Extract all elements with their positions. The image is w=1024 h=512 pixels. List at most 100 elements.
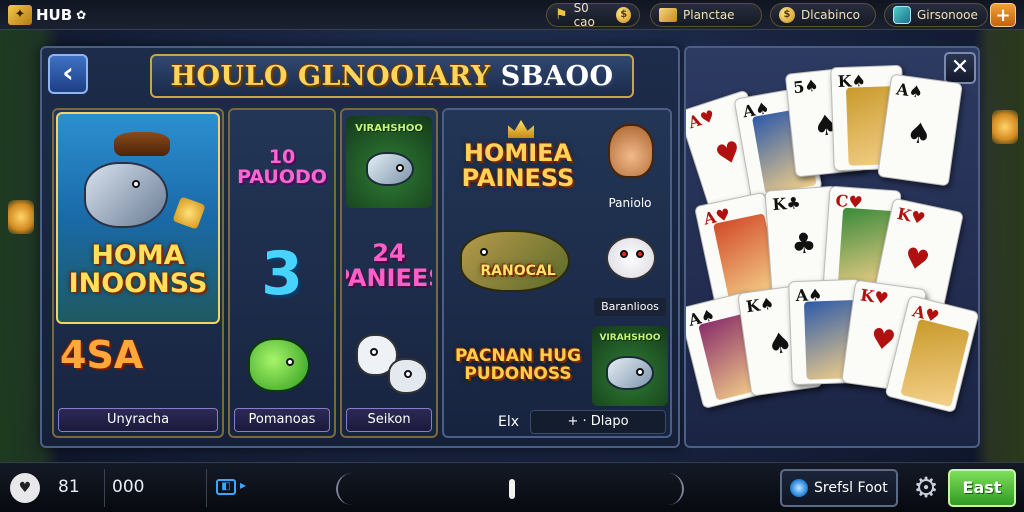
ribbon-left-text: Elx bbox=[498, 414, 520, 430]
ribbon-right-button[interactable]: + · Dlapo bbox=[530, 410, 666, 434]
crown-icon bbox=[508, 120, 534, 138]
cards-panel: ✕ A♥ ♥ A♠ 5♠ ♠ K♠ A♠ ♠ A♥ K♣ ♣ C♥ K♥ ♥ A♠ K♠ ♠ A♠ K♥ ♥ A♥ bbox=[684, 46, 980, 448]
heart-icon[interactable]: ♥ bbox=[10, 473, 40, 503]
page-subtitle: SBAOO bbox=[500, 60, 614, 92]
featured-game-label[interactable]: Unyracha bbox=[58, 408, 218, 432]
logo-icon: ✦ bbox=[8, 5, 32, 25]
game-title-pacnan-hug-pudonoss: PACNAN HUG PUDONOSS bbox=[454, 346, 582, 384]
ghost-creature-icon-2 bbox=[388, 358, 428, 394]
card-suit-icon: ♥ bbox=[868, 321, 898, 358]
featured-game-tile[interactable]: HOMA INOONSS bbox=[56, 112, 220, 324]
featured-game-title: HOMA INOONSS bbox=[68, 240, 208, 300]
title-banner: HOULO GLNOOIARY SBAOO bbox=[150, 54, 634, 98]
silver-fish-icon-2 bbox=[606, 356, 654, 390]
card-rank: 5♠ bbox=[792, 75, 820, 98]
featured-game-column: HOMA INOONSS 4SA Unyracha bbox=[52, 108, 224, 438]
game-title-24-paniees: 24 PANIEES bbox=[346, 238, 432, 292]
game-title-virahshoo-2: VIRAHSHOO bbox=[599, 333, 661, 343]
game-label-paniolo: Paniolo bbox=[608, 196, 652, 210]
flower-icon: ✿ bbox=[76, 8, 87, 22]
pirate-character-icon bbox=[608, 124, 654, 178]
divider bbox=[206, 469, 207, 507]
card-rank: K♥ bbox=[859, 285, 890, 309]
page-slider[interactable] bbox=[336, 473, 684, 505]
bottom-bar: ♥ 81 000 ◧ ▸ Srefsl Foot ⚙ East bbox=[0, 462, 1024, 512]
game-selection-panel: ‹ HOULO GLNOOIARY SBAOO HOMA INOONSS 4SA… bbox=[40, 46, 680, 448]
logo: ✦ HUB ✿ bbox=[8, 4, 86, 26]
currency-pill-gold[interactable]: $ Dlcabinco bbox=[770, 3, 876, 27]
bet-value: 000 bbox=[112, 477, 145, 497]
gear-icon[interactable]: ⚙ bbox=[910, 473, 942, 505]
lantern-right bbox=[992, 110, 1018, 144]
currency-pill-tickets[interactable]: Planctae bbox=[650, 3, 762, 27]
game-tile-paniolo[interactable]: Paniolo bbox=[592, 118, 668, 214]
currency-pill-coins[interactable]: ⚑ S0 cao $ bbox=[546, 1, 640, 29]
add-currency-button[interactable]: + bbox=[990, 3, 1016, 27]
back-button[interactable]: ‹ bbox=[48, 54, 88, 94]
gold-bag-icon bbox=[172, 196, 206, 230]
bass-fish-icon bbox=[460, 230, 570, 292]
rabbit-creature-icon bbox=[606, 236, 656, 280]
close-button[interactable]: ✕ bbox=[944, 52, 976, 84]
background-foliage-right bbox=[974, 30, 1024, 470]
game-tile-homiea-painess[interactable]: HOMIEA PAINESS bbox=[450, 118, 586, 214]
currency-value-gold: Dlcabinco bbox=[801, 8, 861, 22]
east-button[interactable]: East bbox=[948, 469, 1016, 507]
currency-pill-gems[interactable]: Girsonooe bbox=[884, 3, 988, 27]
currency-value-tickets: Planctae bbox=[683, 8, 735, 22]
cowboy-hat-icon bbox=[114, 132, 170, 156]
card-rank: A♥ bbox=[685, 105, 718, 133]
spin-label: Srefsl Foot bbox=[814, 480, 888, 496]
game-tile-virahshoo[interactable]: VIRAHSHOO bbox=[346, 116, 432, 208]
game-label-baranlioos: Baranlioos bbox=[594, 298, 666, 316]
game-tile-baranlioos[interactable]: Baranlioos bbox=[592, 220, 668, 320]
divider bbox=[104, 469, 105, 507]
game-tile-ranocal[interactable]: RANOCAL bbox=[450, 220, 586, 320]
ticket-icon bbox=[659, 8, 677, 22]
coin-icon: $ bbox=[616, 7, 631, 23]
page-title: HOULO GLNOOIARY bbox=[170, 60, 491, 92]
balance-value: 81 bbox=[58, 477, 80, 497]
game-title-3: 3 bbox=[261, 238, 303, 309]
playing-card[interactable]: A♠ ♠ bbox=[877, 73, 963, 187]
game-tile-10-pauodo[interactable]: 10 PAUODO bbox=[234, 116, 330, 220]
game-column-2: 10 PAUODO 3 Pomanoas bbox=[228, 108, 336, 438]
card-rank: A♠ bbox=[895, 79, 925, 102]
silver-fish-icon bbox=[366, 152, 414, 186]
game-title-ranocal: RANOCAL bbox=[480, 263, 556, 279]
tag-icon: ⚑ bbox=[555, 7, 568, 23]
currency-value-gems: Girsonooe bbox=[917, 8, 978, 22]
game-label-pomanoas[interactable]: Pomanoas bbox=[234, 408, 330, 432]
featured-game-badge: 4SA bbox=[60, 333, 144, 377]
green-fish-icon bbox=[248, 338, 310, 392]
fish-character-icon bbox=[84, 162, 168, 228]
screen-icon[interactable]: ◧ bbox=[216, 479, 236, 495]
gold-coin-icon: $ bbox=[779, 7, 795, 23]
lantern-left bbox=[8, 200, 34, 234]
currency-value-coins: S0 cao bbox=[573, 1, 595, 29]
game-title-virahshoo: VIRAHSHOO bbox=[355, 123, 423, 134]
card-rank: K♠ bbox=[744, 293, 776, 317]
card-portrait-icon bbox=[900, 318, 970, 408]
gem-icon bbox=[893, 6, 911, 24]
game-column-3: VIRAHSHOO 24 PANIEES Seikon bbox=[340, 108, 438, 438]
logo-text: HUB bbox=[36, 6, 73, 24]
card-rank: K♥ bbox=[895, 203, 928, 229]
game-tile-3[interactable]: 3 bbox=[234, 226, 330, 322]
slider-knob[interactable] bbox=[509, 479, 515, 499]
arrow-right-icon: ▸ bbox=[240, 478, 247, 492]
game-tile-pacnan-hug-pudonoss[interactable]: PACNAN HUG PUDONOSS bbox=[450, 326, 586, 406]
game-title-10-pauodo: 10 PAUODO bbox=[237, 146, 327, 188]
game-tile-24-paniees[interactable]: 24 PANIEES bbox=[346, 214, 432, 318]
game-title-homiea-painess: HOMIEA PAINESS bbox=[461, 138, 575, 192]
game-tile-virahshoo-2[interactable]: VIRAHSHOO bbox=[592, 326, 668, 406]
card-suit-icon: ♠ bbox=[904, 115, 934, 152]
game-label-seikon[interactable]: Seikon bbox=[346, 408, 432, 432]
card-suit-icon: ♣ bbox=[790, 226, 818, 261]
game-column-4: HOMIEA PAINESS Paniolo RANOCAL Baranlioo… bbox=[442, 108, 672, 438]
game-tile-ghosts[interactable] bbox=[346, 324, 432, 408]
card-rank: K♣ bbox=[771, 193, 802, 215]
spin-button[interactable]: Srefsl Foot bbox=[780, 469, 898, 507]
game-tile-green-fish[interactable] bbox=[234, 328, 330, 406]
card-suit-icon: ♥ bbox=[901, 240, 933, 279]
